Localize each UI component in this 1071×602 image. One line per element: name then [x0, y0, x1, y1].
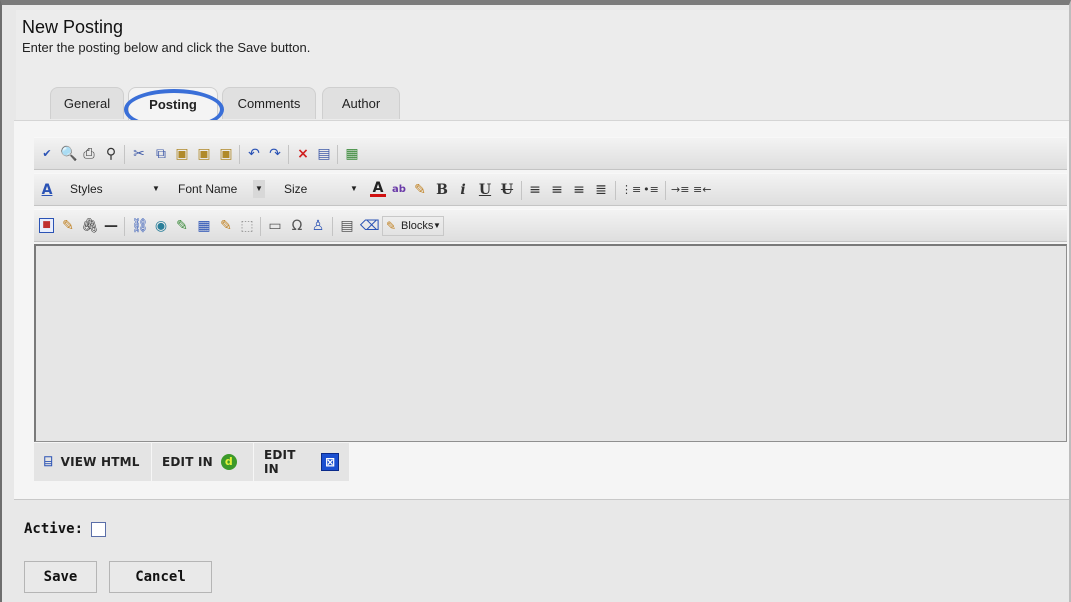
- highlight-icon[interactable]: ab: [391, 182, 407, 198]
- eraser-icon[interactable]: ⌫: [360, 218, 380, 234]
- chevron-down-icon: ▼: [433, 221, 441, 230]
- blocks-dropdown[interactable]: ✎ Blocks ▼: [382, 216, 444, 236]
- image-edit-icon[interactable]: ✎: [60, 218, 76, 234]
- html-code-icon: ⌸: [44, 454, 53, 470]
- blocks-dropdown-label: Blocks: [401, 220, 434, 232]
- table-edit-icon[interactable]: ✎: [218, 218, 234, 234]
- style-builder-icon[interactable]: A: [39, 182, 55, 198]
- find-icon[interactable]: ⚲: [103, 146, 119, 162]
- align-justify-icon[interactable]: ≣: [593, 182, 609, 198]
- toolbar-separator: [260, 217, 261, 236]
- web-link-icon[interactable]: ◉: [153, 218, 169, 234]
- font-name-dropdown[interactable]: Font Name ▼: [172, 180, 265, 200]
- toolbar-row-3: ■ ✎ 🖇 — ⛓ ◉ ✎ ▦ ✎ ⬚ ▭ Ω ♙ ▤ ⌫ ✎ Blocks ▼: [34, 209, 1067, 242]
- editor-mode-bar: ⌸ VIEW HTML EDIT IN d EDIT IN ⊠: [34, 443, 350, 481]
- toolbar-row-1: ✔ 🔍 ⎙ ⚲ ✂ ⧉ ▣ ▣ ▣ ↶ ↷ × ▤ ▦: [34, 137, 1067, 170]
- toolbar-separator: [521, 181, 522, 200]
- spellcheck-icon[interactable]: ✔: [39, 146, 55, 162]
- font-name-dropdown-label: Font Name: [178, 182, 238, 196]
- ordered-list-icon[interactable]: ⋮≡: [621, 182, 641, 198]
- paste-word-icon[interactable]: ▣: [196, 146, 212, 162]
- active-checkbox[interactable]: [91, 521, 107, 537]
- preview-icon[interactable]: ▦: [344, 146, 360, 162]
- align-left-icon[interactable]: ≡: [527, 182, 543, 198]
- toolbar-separator: [124, 217, 125, 236]
- special-character-icon[interactable]: Ω: [289, 218, 305, 234]
- copy-icon[interactable]: ⧉: [153, 146, 169, 162]
- page-title: New Posting: [22, 17, 124, 37]
- attachment-icon[interactable]: 🖇: [81, 218, 99, 234]
- styles-dropdown-label: Styles: [70, 182, 103, 196]
- view-html-button[interactable]: ⌸ VIEW HTML: [34, 443, 152, 481]
- paste-text-icon[interactable]: ▣: [218, 146, 234, 162]
- marker-icon[interactable]: ✎: [412, 182, 428, 198]
- edit-in-dreamweaver-button[interactable]: EDIT IN d: [152, 443, 254, 481]
- unordered-list-icon[interactable]: •≡: [643, 182, 659, 198]
- chevron-down-icon: ▼: [253, 180, 265, 198]
- undo-icon[interactable]: ↶: [246, 146, 262, 162]
- cancel-button[interactable]: Cancel: [109, 561, 212, 593]
- toolbar-separator: [337, 145, 338, 164]
- print-icon[interactable]: ⎙: [81, 146, 97, 162]
- underline-icon[interactable]: U: [477, 182, 493, 198]
- symbol-icon[interactable]: ♙: [310, 218, 326, 234]
- strikethrough-icon[interactable]: U: [499, 182, 515, 198]
- dreamweaver-icon: d: [220, 454, 237, 470]
- hyperlink-icon[interactable]: ⛓: [131, 218, 149, 234]
- align-right-icon[interactable]: ≡: [571, 182, 587, 198]
- page-subtitle: Enter the posting below and click the Sa…: [22, 40, 311, 55]
- tab-general[interactable]: General: [50, 87, 124, 119]
- cut-icon[interactable]: ✂: [131, 146, 147, 162]
- chevron-down-icon: ▼: [350, 184, 358, 193]
- chevron-down-icon: ▼: [152, 184, 160, 193]
- insert-table-icon[interactable]: ▦: [196, 218, 212, 234]
- tab-posting[interactable]: Posting: [128, 87, 218, 121]
- contribute-icon: ⊠: [321, 453, 339, 471]
- table-cells-icon[interactable]: ⬚: [239, 218, 255, 234]
- toolbar-separator: [288, 145, 289, 164]
- toolbar-separator: [615, 181, 616, 200]
- tab-comments[interactable]: Comments: [222, 87, 316, 119]
- align-center-icon[interactable]: ≡: [549, 182, 565, 198]
- indent-icon[interactable]: →≡: [671, 182, 689, 198]
- bold-icon[interactable]: B: [434, 182, 450, 198]
- select-all-icon[interactable]: ▤: [316, 146, 332, 162]
- edit-in-label: EDIT IN: [162, 455, 213, 469]
- toolbar-separator: [665, 181, 666, 200]
- edit-in-label: EDIT IN: [264, 448, 296, 476]
- toolbar-separator: [239, 145, 240, 164]
- tab-author[interactable]: Author: [322, 87, 400, 119]
- link-edit-icon[interactable]: ✎: [174, 218, 190, 234]
- toolbar-separator: [124, 145, 125, 164]
- image-manager-icon[interactable]: ■: [39, 218, 54, 233]
- size-dropdown[interactable]: Size ▼: [278, 180, 360, 200]
- size-dropdown-label: Size: [284, 182, 308, 196]
- paste-icon[interactable]: ▣: [174, 146, 190, 162]
- form-element-icon[interactable]: ▭: [267, 218, 283, 234]
- active-field: Active:: [24, 521, 107, 537]
- rich-text-editor-area[interactable]: [34, 244, 1067, 442]
- active-label: Active:: [24, 521, 84, 537]
- save-button[interactable]: Save: [24, 561, 97, 593]
- zoom-icon[interactable]: 🔍: [60, 146, 77, 162]
- edit-in-contribute-button[interactable]: EDIT IN ⊠: [254, 443, 350, 481]
- toolbar-row-2: A Styles ▼ Font Name ▼ Size ▼ A ab ✎ B i…: [34, 173, 1067, 206]
- redo-icon[interactable]: ↷: [267, 146, 283, 162]
- horizontal-rule-icon[interactable]: —: [103, 218, 119, 234]
- delete-icon[interactable]: ×: [295, 146, 311, 162]
- outdent-icon[interactable]: ≡←: [693, 182, 711, 198]
- blocks-icon: ✎: [386, 219, 397, 233]
- italic-icon[interactable]: i: [455, 182, 471, 198]
- styles-dropdown[interactable]: Styles ▼: [64, 180, 162, 200]
- font-color-icon[interactable]: A: [370, 181, 386, 197]
- toolbar-separator: [332, 217, 333, 236]
- template-icon[interactable]: ▤: [339, 218, 355, 234]
- view-html-label: VIEW HTML: [60, 455, 140, 469]
